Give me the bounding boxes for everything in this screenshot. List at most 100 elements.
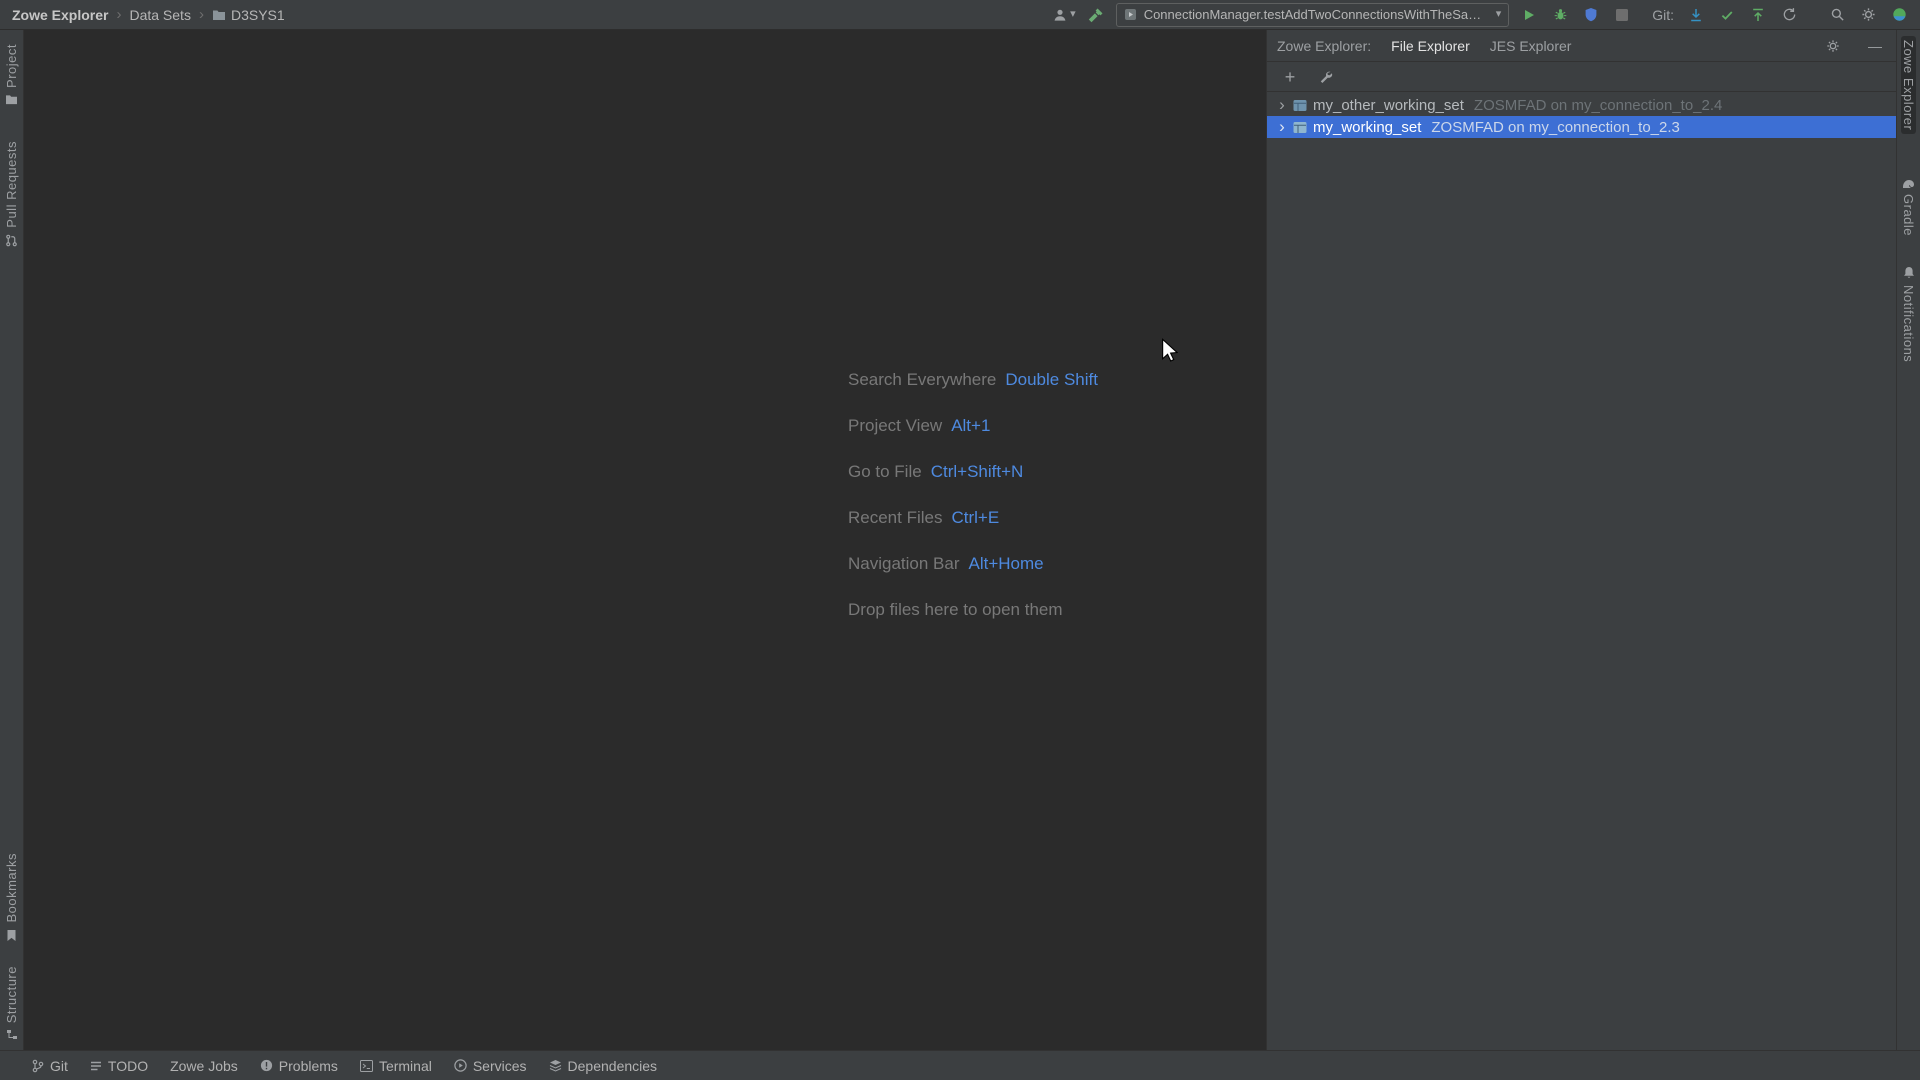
tool-window-header: Zowe Explorer: File Explorer JES Explore…: [1267, 30, 1896, 62]
stop-icon: [1616, 8, 1629, 21]
breadcrumb-folder-label: D3SYS1: [230, 6, 285, 23]
tree-item-my-working-set[interactable]: › my_working_set ZOSMFAD on my_connectio…: [1267, 116, 1896, 138]
shortcut-keys: Alt+Home: [968, 554, 1044, 573]
shortcut-keys: Alt+1: [951, 416, 991, 435]
statusbar-item-todo[interactable]: TODO: [90, 1058, 148, 1074]
statusbar-label: Terminal: [378, 1057, 432, 1074]
breadcrumb-data-sets[interactable]: Data Sets: [129, 7, 190, 23]
shortcut-recent-files: Recent Files Ctrl+E: [848, 508, 1098, 528]
drop-hint-label: Drop files here to open them: [848, 600, 1063, 619]
breadcrumb-zowe-explorer[interactable]: Zowe Explorer: [12, 7, 108, 23]
sidebar-item-notifications[interactable]: Notifications: [1901, 262, 1916, 366]
gear-icon: [1861, 7, 1876, 22]
drop-files-hint: Drop files here to open them: [848, 600, 1098, 620]
empty-editor-shortcuts: Search Everywhere Double Shift Project Vi…: [848, 370, 1098, 646]
shortcut-go-to-file: Go to File Ctrl+Shift+N: [848, 462, 1098, 482]
run-configuration-select[interactable]: ConnectionManager.testAddTwoConnectionsW…: [1115, 2, 1510, 27]
editor-area: Search Everywhere Double Shift Project Vi…: [24, 30, 1266, 1050]
pull-requests-tab-label: Pull Requests: [4, 140, 19, 228]
working-set-tree: › my_other_working_set ZOSMFAD on my_con…: [1267, 92, 1896, 138]
chevron-down-icon: ▾: [1070, 8, 1076, 20]
edit-settings-button[interactable]: [1315, 66, 1337, 88]
minimize-button[interactable]: —: [1864, 35, 1886, 57]
wrench-icon: [1319, 70, 1333, 84]
history-button[interactable]: [1778, 3, 1800, 27]
chevron-right-icon[interactable]: ›: [1275, 96, 1289, 113]
sidebar-item-zowe-explorer[interactable]: Zowe Explorer: [1901, 36, 1916, 135]
user-icon: [1052, 7, 1068, 23]
working-set-icon: [1293, 99, 1307, 112]
workspace: Project Pull Requests Bookmarks Structur: [0, 30, 1920, 1050]
hammer-icon: [1088, 7, 1104, 23]
add-working-set-button[interactable]: +: [1279, 66, 1301, 88]
coverage-shield-icon: [1584, 7, 1598, 22]
working-set-name: my_other_working_set: [1313, 96, 1464, 114]
bug-icon: [1553, 7, 1568, 22]
folder-icon: [212, 9, 226, 21]
stop-button[interactable]: [1611, 3, 1633, 27]
chevron-right-icon: ›: [198, 6, 204, 23]
status-indicator-icon[interactable]: [1888, 3, 1910, 27]
run-button[interactable]: [1518, 3, 1540, 27]
git-pull-icon: [1689, 8, 1703, 22]
sidebar-item-project[interactable]: Project: [4, 40, 19, 109]
bookmarks-tab-label: Bookmarks: [4, 853, 19, 923]
folder-icon: [5, 94, 18, 105]
shortcut-navigation-bar: Navigation Bar Alt+Home: [848, 554, 1098, 574]
tool-window-settings-button[interactable]: [1822, 35, 1844, 57]
run-config-icon: [1124, 8, 1137, 21]
problems-icon: [260, 1059, 273, 1072]
bell-icon: [1903, 266, 1915, 279]
breadcrumb-d3sys1[interactable]: D3SYS1: [212, 7, 285, 23]
sidebar-item-pull-requests[interactable]: Pull Requests: [4, 137, 19, 251]
tool-window-toolbar: +: [1267, 62, 1896, 92]
shortcut-label: Go to File: [848, 462, 922, 481]
push-button[interactable]: [1747, 3, 1769, 27]
working-set-name: my_working_set: [1313, 118, 1422, 136]
tab-file-explorer[interactable]: File Explorer: [1391, 38, 1470, 54]
debug-button[interactable]: [1549, 3, 1571, 27]
shortcut-keys: Ctrl+Shift+N: [930, 462, 1024, 481]
statusbar-item-services[interactable]: Services: [454, 1058, 527, 1074]
statusbar-item-terminal[interactable]: Terminal: [359, 1057, 432, 1074]
right-tool-stripe: Zowe Explorer Gradle Notifications: [1896, 30, 1920, 1050]
tree-item-my-other-working-set[interactable]: › my_other_working_set ZOSMFAD on my_con…: [1267, 94, 1896, 116]
sidebar-item-structure[interactable]: Structure: [4, 962, 19, 1044]
plus-icon: +: [1284, 66, 1296, 87]
statusbar-label: Problems: [278, 1057, 338, 1074]
build-project-button[interactable]: [1085, 3, 1107, 27]
shortcut-label: Recent Files: [848, 508, 943, 527]
sidebar-item-gradle[interactable]: Gradle: [1901, 174, 1916, 240]
status-bar: Git TODO Zowe Jobs Problems Terminal Ser…: [0, 1050, 1920, 1080]
sidebar-item-bookmarks[interactable]: Bookmarks: [4, 849, 19, 946]
search-everywhere-button[interactable]: [1826, 3, 1848, 27]
update-project-button[interactable]: [1685, 3, 1707, 27]
left-tool-stripe: Project Pull Requests Bookmarks Structur: [0, 30, 24, 1050]
statusbar-item-zowe-jobs[interactable]: Zowe Jobs: [170, 1058, 238, 1074]
breadcrumb: Zowe Explorer › Data Sets › D3SYS1: [12, 6, 285, 23]
commit-button[interactable]: [1716, 3, 1738, 27]
pull-request-icon: [5, 234, 18, 247]
gradle-tab-label: Gradle: [1901, 194, 1916, 237]
shortcut-label: Search Everywhere: [848, 370, 997, 389]
shortcut-keys: Ctrl+E: [951, 508, 1000, 527]
statusbar-label: Git: [50, 1057, 68, 1074]
settings-button[interactable]: [1857, 3, 1879, 27]
chevron-right-icon[interactable]: ›: [1275, 118, 1289, 135]
run-with-coverage-button[interactable]: [1580, 3, 1602, 27]
statusbar-item-git[interactable]: Git: [32, 1058, 68, 1074]
shortcut-label: Project View: [848, 416, 943, 435]
git-branch-icon: [32, 1059, 44, 1073]
zowe-explorer-tool-window: Zowe Explorer: File Explorer JES Explore…: [1266, 30, 1896, 1050]
statusbar-item-dependencies[interactable]: Dependencies: [549, 1058, 657, 1074]
user-menu-button[interactable]: ▾: [1052, 3, 1076, 27]
notifications-tab-label: Notifications: [1901, 285, 1916, 363]
structure-icon: [6, 1029, 18, 1040]
statusbar-item-problems[interactable]: Problems: [260, 1058, 338, 1074]
shortcut-keys: Double Shift: [1005, 370, 1098, 389]
layers-icon: [549, 1059, 562, 1072]
project-tab-label: Project: [4, 44, 19, 88]
git-push-icon: [1751, 8, 1765, 22]
working-set-icon: [1293, 121, 1307, 134]
tab-jes-explorer[interactable]: JES Explorer: [1490, 38, 1572, 54]
